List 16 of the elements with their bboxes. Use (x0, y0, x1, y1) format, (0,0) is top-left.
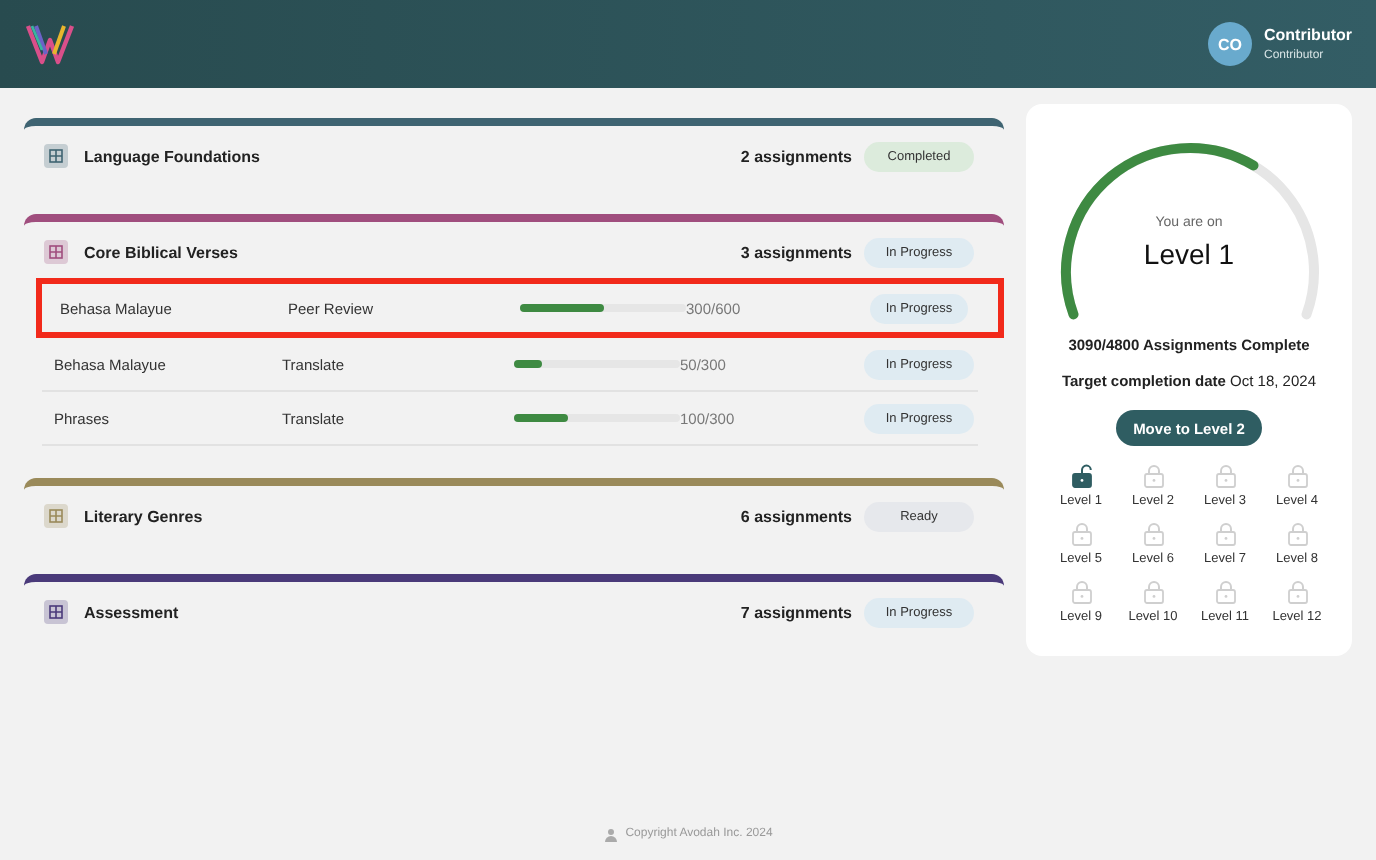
section-title[interactable]: Language Foundations (84, 147, 741, 165)
current-level: Level 1 (1143, 238, 1235, 270)
grid-icon (44, 144, 68, 168)
grid-icon (44, 504, 68, 528)
assignment-count: 6 assignments (740, 507, 852, 525)
grid-icon (44, 240, 68, 264)
assignment-count: 7 assignments (740, 603, 852, 621)
grid-icon (44, 600, 68, 624)
section-title[interactable]: Assessment (84, 603, 741, 621)
section-title[interactable]: Core Biblical Verses (84, 243, 741, 261)
assignment-count: 3 assignments (740, 243, 852, 261)
person-icon (603, 827, 618, 841)
section-title[interactable]: Literary Genres (84, 507, 741, 525)
user-name: Contributor (1264, 26, 1352, 44)
assignment-count: 2 assignments (740, 147, 852, 165)
logo-icon (24, 20, 76, 68)
